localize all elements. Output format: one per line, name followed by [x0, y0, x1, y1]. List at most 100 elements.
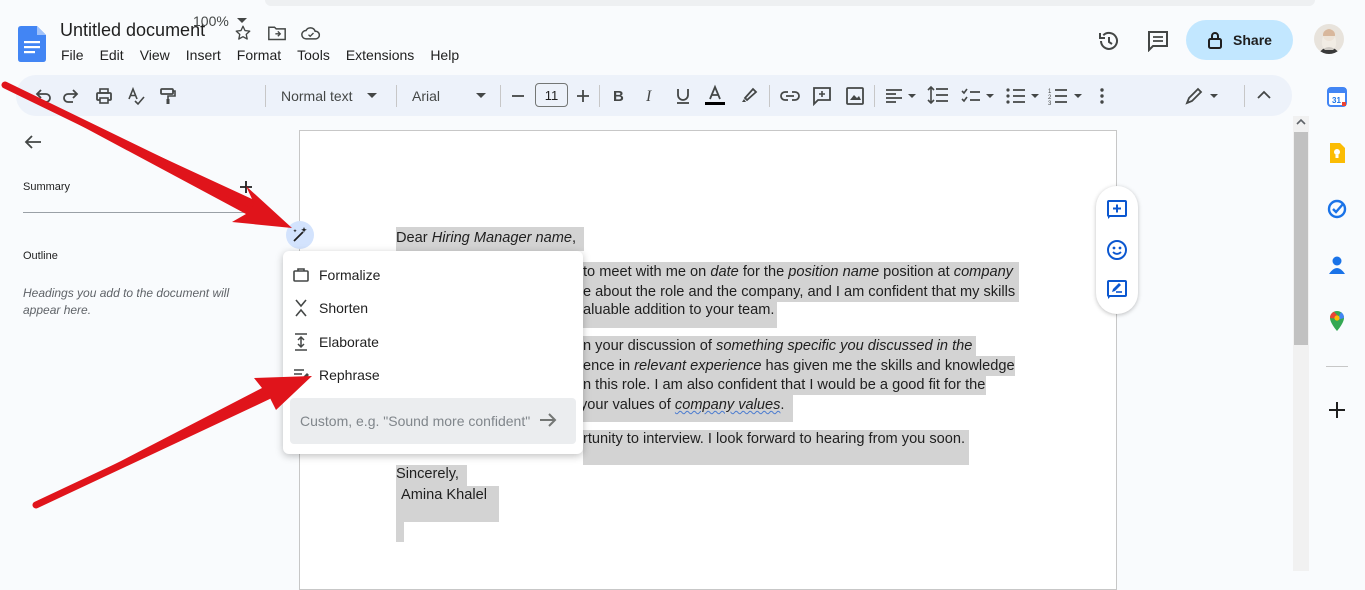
highlight-icon[interactable]	[740, 85, 760, 105]
spellcheck-icon[interactable]	[126, 86, 146, 106]
submit-arrow-icon[interactable]	[538, 410, 558, 430]
elaborate-option[interactable]: Elaborate	[283, 326, 583, 358]
maps-icon[interactable]	[1326, 310, 1348, 332]
closing-line[interactable]: Sincerely,	[396, 465, 467, 486]
menu-edit[interactable]: Edit	[100, 47, 124, 63]
text: position name	[788, 264, 880, 280]
text: date	[710, 264, 739, 280]
align-left-icon[interactable]	[884, 87, 916, 105]
zoom-select[interactable]: 100%	[193, 0, 247, 41]
add-comment-fab-icon[interactable]	[1105, 198, 1129, 222]
greeting-comma: ,	[572, 230, 577, 246]
menu-file[interactable]: File	[61, 47, 84, 63]
add-summary-icon[interactable]	[240, 181, 252, 193]
menu-format[interactable]: Format	[237, 47, 281, 63]
browser-strip	[265, 0, 1315, 6]
contacts-icon[interactable]	[1326, 254, 1348, 276]
menu-view[interactable]: View	[140, 47, 170, 63]
custom-prompt-input[interactable]: Custom, e.g. "Sound more confident"	[290, 398, 576, 444]
magic-wand-icon	[293, 227, 307, 242]
collapse-menu-icon[interactable]	[1256, 88, 1272, 102]
formalize-option[interactable]: Formalize	[283, 259, 583, 291]
shorten-option[interactable]: Shorten	[283, 292, 583, 324]
checklist-icon[interactable]	[960, 87, 996, 105]
chevron-down-icon	[476, 92, 487, 98]
floating-actions	[1096, 186, 1138, 314]
paragraph-3[interactable]: rtunity to interview. I look forward to …	[583, 430, 969, 465]
svg-text:I: I	[645, 88, 652, 105]
line-spacing-icon[interactable]	[927, 85, 949, 105]
numbered-list-icon[interactable]: 123	[1048, 87, 1084, 105]
more-options-icon[interactable]	[1097, 87, 1107, 105]
menu-bar: File Edit View Insert Format Tools Exten…	[61, 47, 459, 63]
empty-line	[396, 522, 404, 542]
signature-line[interactable]: Amina Khalel	[396, 486, 499, 522]
paragraph-2-line-1[interactable]: n your discussion of something specific …	[583, 336, 976, 356]
bulleted-list-icon[interactable]	[1005, 87, 1041, 105]
print-icon[interactable]	[94, 86, 114, 106]
calendar-icon[interactable]: 31	[1326, 86, 1348, 108]
paragraph-2-line-2[interactable]: ence in relevant experience has given me…	[583, 356, 1015, 376]
text: for the	[738, 264, 789, 280]
shorten-icon	[295, 299, 307, 317]
underline-icon[interactable]	[674, 86, 692, 106]
paragraph-2-line-4[interactable]: your values of company values.	[578, 395, 793, 422]
chevron-down-icon	[366, 92, 377, 98]
greeting-line[interactable]: Dear Hiring Manager name,	[396, 227, 585, 251]
paragraph-1-line-3[interactable]: aluable addition to your team.	[583, 301, 777, 328]
paragraph-1-line-1[interactable]: to meet with me on date for the position…	[583, 262, 1019, 282]
increase-font-icon[interactable]	[576, 89, 590, 103]
text: ence in	[583, 358, 635, 374]
cloud-saved-icon[interactable]	[300, 22, 322, 44]
back-arrow-icon[interactable]	[24, 134, 42, 150]
history-icon[interactable]	[1097, 29, 1121, 53]
font-select[interactable]: Arial	[412, 75, 487, 116]
rephrase-option[interactable]: Rephrase	[283, 359, 583, 391]
suggest-edit-icon[interactable]	[1105, 278, 1129, 302]
summary-divider	[23, 212, 263, 213]
greeting-name: Hiring Manager name	[431, 230, 573, 246]
comments-icon[interactable]	[1147, 30, 1169, 52]
keep-icon[interactable]	[1326, 142, 1348, 164]
style-select[interactable]: Normal text	[281, 75, 377, 116]
bold-icon[interactable]: B	[611, 87, 627, 105]
document-title[interactable]: Untitled document	[60, 20, 205, 41]
menu-extensions[interactable]: Extensions	[346, 47, 414, 63]
share-button[interactable]: Share	[1186, 20, 1293, 60]
help-me-write-button[interactable]	[286, 221, 314, 249]
add-comment-icon[interactable]	[812, 86, 832, 106]
tasks-icon[interactable]	[1326, 198, 1348, 220]
scrollbar-thumb[interactable]	[1294, 132, 1308, 345]
share-label: Share	[1233, 32, 1272, 48]
undo-icon[interactable]	[32, 86, 52, 106]
scroll-up-icon[interactable]	[1296, 118, 1306, 126]
move-folder-icon[interactable]	[266, 22, 288, 44]
chevron-down-icon	[236, 17, 247, 23]
outline-heading: Outline	[23, 250, 58, 262]
get-addons-icon[interactable]	[1326, 399, 1348, 421]
editing-mode-icon[interactable]	[1184, 86, 1222, 106]
divider	[1244, 85, 1245, 107]
paint-format-icon[interactable]	[158, 86, 178, 106]
font-value: Arial	[412, 87, 441, 104]
divider	[265, 85, 266, 107]
menu-insert[interactable]: Insert	[186, 47, 221, 63]
rail-divider	[1326, 366, 1348, 367]
font-size-input[interactable]: 11	[535, 83, 568, 107]
redo-icon[interactable]	[62, 86, 82, 106]
menu-help[interactable]: Help	[430, 47, 459, 63]
paragraph-2-line-3[interactable]: n this role. I am also confident that I …	[583, 375, 986, 395]
text-color-icon[interactable]	[704, 84, 726, 106]
menu-tools[interactable]: Tools	[297, 47, 330, 63]
avatar[interactable]	[1314, 24, 1344, 54]
paragraph-1-line-2[interactable]: e about the role and the company, and I …	[583, 282, 1019, 302]
text: has given me the skills and knowledge	[761, 358, 1015, 374]
decrease-font-icon[interactable]	[511, 89, 525, 103]
italic-icon[interactable]: I	[643, 87, 659, 105]
link-icon[interactable]	[779, 87, 801, 105]
insert-image-icon[interactable]	[845, 86, 865, 106]
divider	[500, 85, 501, 107]
outline-panel: Summary Outline Headings you add to the …	[0, 120, 270, 571]
emoji-reaction-icon[interactable]	[1105, 238, 1129, 262]
docs-logo-icon[interactable]	[18, 26, 46, 62]
